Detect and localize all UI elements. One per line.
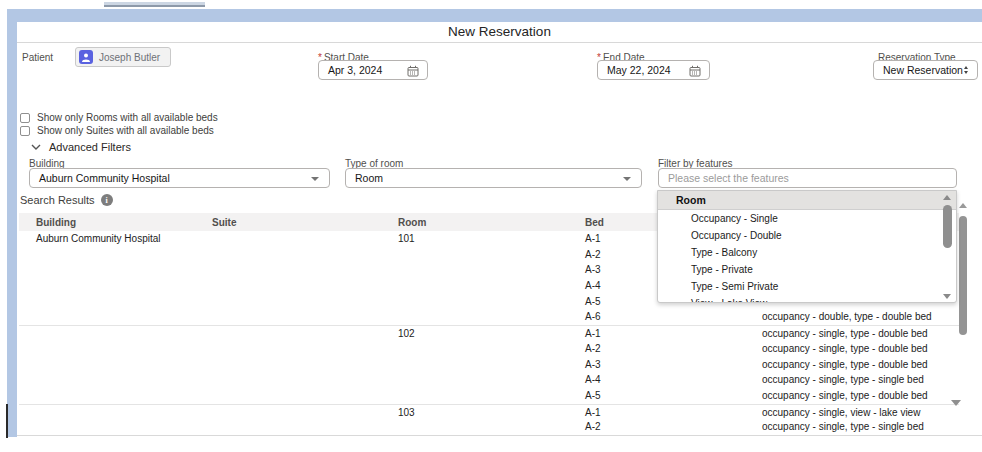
table-row[interactable]: A-5 occupancy - single, type - double be… (19, 388, 959, 404)
table-row[interactable]: 103 A-1 occupancy - single, view - lake … (19, 404, 959, 420)
features-placeholder: Please select the features (668, 172, 789, 184)
left-edge-mark (6, 404, 8, 438)
table-row[interactable]: 102 A-1 occupancy - single, type - doubl… (19, 325, 959, 341)
table-row[interactable]: A-4 occupancy - single, type - single be… (19, 372, 959, 388)
table-bottom-border (17, 435, 982, 436)
dropdown-option[interactable]: Occupancy - Single (658, 210, 941, 227)
cell-bed: A-2 (585, 421, 601, 432)
building-select[interactable]: Auburn Community Hospital (29, 168, 330, 188)
show-suites-checkbox[interactable] (20, 126, 30, 136)
cell-bed: A-6 (585, 311, 601, 322)
person-icon (79, 50, 93, 64)
patient-label: Patient (22, 52, 53, 63)
dropdown-option[interactable]: Occupancy - Double (658, 227, 941, 244)
cell-features: occupancy - single, type - single bed (762, 374, 924, 385)
cell-bed: A-1 (585, 233, 601, 244)
new-reservation-card: New Reservation Patient Joseph Butler *S… (17, 22, 982, 438)
cell-bed: A-1 (585, 407, 601, 418)
dropdown-arrow-icon (311, 177, 319, 181)
advanced-filters-label: Advanced Filters (49, 141, 131, 153)
cell-features: occupancy - single, type - double bed (762, 390, 928, 401)
column-header-suite: Suite (212, 217, 236, 228)
cell-bed: A-3 (585, 359, 601, 370)
dropdown-arrow-icon (623, 177, 631, 181)
window-left-strip (7, 22, 17, 437)
cell-building: Auburn Community Hospital (36, 233, 161, 244)
table-scroll-up-icon[interactable] (959, 203, 967, 208)
dropdown-option[interactable]: Type - Balcony (658, 244, 941, 261)
column-header-room: Room (398, 217, 426, 228)
table-scroll-down-icon[interactable] (951, 400, 961, 406)
features-dropdown-panel: Room Occupancy - SingleOccupancy - Doubl… (657, 190, 957, 303)
cell-room: 102 (398, 328, 415, 339)
dropdown-option[interactable]: Type - Private (658, 261, 941, 278)
info-icon[interactable]: i (101, 194, 113, 206)
features-options: Occupancy - SingleOccupancy - DoubleType… (658, 210, 941, 303)
dropdown-scroll-down-icon[interactable] (943, 294, 951, 299)
column-header-building: Building (36, 217, 76, 228)
cell-bed: A-4 (585, 280, 601, 291)
dropdown-scrollbar-thumb[interactable] (943, 205, 952, 248)
browser-tab-artifact (104, 2, 205, 7)
cell-features: occupancy - single, type - double bed (762, 328, 928, 339)
table-row[interactable]: A-2 occupancy - single, type - single be… (19, 419, 959, 435)
table-scrollbar[interactable] (959, 216, 967, 335)
cell-bed: A-3 (585, 264, 601, 275)
select-spinner-icon (964, 66, 968, 74)
features-group-header: Room (658, 191, 956, 210)
advanced-filters-toggle[interactable]: Advanced Filters (31, 141, 131, 153)
column-header-bed: Bed (585, 217, 604, 228)
show-rooms-checkbox-row: Show only Rooms with all available beds (20, 112, 218, 123)
calendar-icon[interactable] (689, 65, 701, 79)
cell-room: 103 (398, 407, 415, 418)
dropdown-option[interactable]: View - Lake View (658, 295, 941, 303)
cell-features: occupancy - single, view - lake view (762, 407, 920, 418)
cell-bed: A-5 (585, 390, 601, 401)
features-input[interactable]: Please select the features (658, 168, 957, 188)
room-type-select[interactable]: Room (345, 168, 642, 188)
search-results-header: Search Results i (20, 194, 113, 206)
dropdown-scrollbar-track[interactable] (941, 193, 954, 302)
show-suites-checkbox-row: Show only Suites with all available beds (20, 125, 214, 136)
patient-name: Joseph Butler (99, 52, 160, 63)
card-header: New Reservation (17, 22, 982, 43)
start-date-input[interactable]: Apr 3, 2024 (318, 60, 428, 80)
cell-room: 101 (398, 233, 415, 244)
cell-bed: A-5 (585, 296, 601, 307)
cell-features: occupancy - single, type - double bed (762, 359, 928, 370)
cell-bed: A-4 (585, 374, 601, 385)
calendar-icon[interactable] (407, 65, 419, 79)
page: New Reservation Patient Joseph Butler *S… (0, 0, 982, 452)
patient-chip[interactable]: Joseph Butler (75, 47, 171, 67)
show-rooms-label: Show only Rooms with all available beds (37, 112, 218, 123)
table-row[interactable]: A-3 occupancy - single, type - double be… (19, 357, 959, 373)
cell-features: occupancy - single, type - double bed (762, 343, 928, 354)
chevron-down-icon (31, 144, 41, 150)
cell-bed: A-1 (585, 328, 601, 339)
dropdown-option[interactable]: Type - Semi Private (658, 278, 941, 295)
table-row[interactable]: A-6 occupancy - double, type - double be… (19, 309, 959, 325)
search-results-title: Search Results (20, 194, 95, 206)
page-title: New Reservation (17, 22, 982, 42)
cell-features: occupancy - double, type - double bed (762, 311, 932, 322)
end-date-input[interactable]: May 22, 2024 (597, 60, 710, 80)
show-suites-label: Show only Suites with all available beds (37, 125, 214, 136)
cell-bed: A-2 (585, 249, 601, 260)
cell-bed: A-2 (585, 343, 601, 354)
cell-features: occupancy - single, type - single bed (762, 421, 924, 432)
show-rooms-checkbox[interactable] (20, 113, 30, 123)
window-top-bar (7, 9, 982, 22)
dropdown-scroll-up-icon[interactable] (943, 195, 951, 200)
table-row[interactable]: A-2 occupancy - single, type - double be… (19, 341, 959, 357)
reservation-type-select[interactable]: New Reservation (873, 60, 978, 80)
